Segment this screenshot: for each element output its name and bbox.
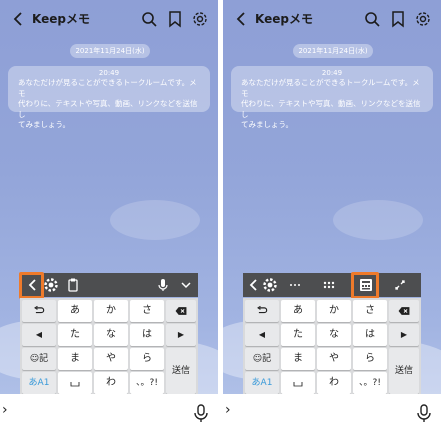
undo-key[interactable] <box>245 300 279 322</box>
flick-keyboard: あ か さ ◀ た な は ▶ ☺記 ま や ら 送信 あA1 わ 、。?! <box>20 298 198 394</box>
settings-gear-icon[interactable] <box>414 10 432 28</box>
key-ya[interactable]: や <box>317 348 351 370</box>
system-message: 20:49 あなただけが見ることができるトークルームです。メモ 代わりに、テキス… <box>231 66 433 129</box>
bookmark-icon[interactable] <box>166 10 184 28</box>
key-a[interactable]: あ <box>281 300 315 322</box>
cursor-right-key[interactable]: ▶ <box>389 324 419 346</box>
send-key[interactable]: 送信 <box>389 348 419 394</box>
space-icon <box>70 382 80 387</box>
message-line: てみましょう。 <box>241 120 294 129</box>
back-arrow-icon[interactable] <box>233 10 251 28</box>
background-cloud <box>110 200 200 240</box>
key-punctuation[interactable]: 、。?! <box>353 372 387 394</box>
key-wa[interactable]: わ <box>94 372 128 394</box>
bookmark-icon[interactable] <box>389 10 407 28</box>
key-ka[interactable]: か <box>94 300 128 322</box>
key-na[interactable]: な <box>317 324 351 346</box>
message-line: あなただけが見ることができるトークルームです。メモ <box>241 78 420 98</box>
resize-keyboard-icon[interactable] <box>391 276 409 294</box>
key-ha[interactable]: は <box>130 324 164 346</box>
message-input-bar: › <box>223 394 441 432</box>
emoji-symbol-key[interactable]: ☺記 <box>245 348 279 370</box>
key-ha[interactable]: は <box>353 324 387 346</box>
voice-input-mic-icon[interactable] <box>154 276 172 294</box>
cursor-left-key[interactable]: ◀ <box>245 324 279 346</box>
undo-key[interactable] <box>22 300 56 322</box>
background-cloud <box>333 200 423 240</box>
search-icon[interactable] <box>363 10 381 28</box>
microphone-icon[interactable] <box>415 403 433 423</box>
flick-keyboard: あ か さ ◀ た な は ▶ ☺記 ま や ら 送信 あA1 わ 、。?! <box>243 298 421 394</box>
key-ta[interactable]: た <box>58 324 92 346</box>
key-sa[interactable]: さ <box>353 300 387 322</box>
keyboard-toolbar <box>20 273 198 297</box>
backspace-key[interactable] <box>166 300 196 322</box>
input-mode-key[interactable]: あA1 <box>22 372 56 394</box>
send-key[interactable]: 送信 <box>166 348 196 394</box>
input-mode-key[interactable]: あA1 <box>245 372 279 394</box>
key-ma[interactable]: ま <box>281 348 315 370</box>
space-key[interactable] <box>58 372 92 394</box>
emoji-symbol-key[interactable]: ☺記 <box>22 348 56 370</box>
key-na[interactable]: な <box>94 324 128 346</box>
message-line: 代わりに、テキストや写真、動画、リンクなどを送信し <box>241 99 421 119</box>
date-separator: 2021年11月24日(水) <box>70 44 150 58</box>
chat-title: Keepメモ <box>255 12 313 26</box>
hide-keyboard-chevron-icon[interactable] <box>177 276 195 294</box>
chat-title: Keepメモ <box>32 12 90 26</box>
key-sa[interactable]: さ <box>130 300 164 322</box>
expand-menu-button[interactable]: › <box>225 402 231 418</box>
message-line: 代わりに、テキストや写真、動画、リンクなどを送信し <box>18 99 198 119</box>
key-ya[interactable]: や <box>94 348 128 370</box>
key-ta[interactable]: た <box>281 324 315 346</box>
microphone-icon[interactable] <box>192 403 210 423</box>
cursor-right-key[interactable]: ▶ <box>166 324 196 346</box>
key-ma[interactable]: ま <box>58 348 92 370</box>
message-input-bar: › <box>0 394 218 432</box>
key-a[interactable]: あ <box>58 300 92 322</box>
keypad-grid-icon[interactable] <box>320 276 338 294</box>
chat-header: Keepメモ <box>0 0 218 38</box>
system-message: 20:49 あなただけが見ることができるトークルームです。メモ 代わりに、テキス… <box>8 66 210 129</box>
search-icon[interactable] <box>140 10 158 28</box>
backspace-icon <box>398 307 410 315</box>
space-key[interactable] <box>281 372 315 394</box>
message-text: あなただけが見ることができるトークルームです。メモ 代わりに、テキストや写真、動… <box>241 78 425 131</box>
back-arrow-icon[interactable] <box>10 10 28 28</box>
keyboard-toolbar <box>243 273 421 297</box>
undo-icon <box>34 305 45 314</box>
left-screen: Keepメモ 2021年11月24日(水) 20:49 あなただけが見ることがで… <box>0 0 218 432</box>
key-ka[interactable]: か <box>317 300 351 322</box>
space-icon <box>293 382 303 387</box>
message-time: 20:49 <box>98 69 120 77</box>
expand-menu-button[interactable]: › <box>2 402 8 418</box>
keyboard-settings-icon[interactable] <box>42 276 60 294</box>
backspace-icon <box>175 307 187 315</box>
date-separator: 2021年11月24日(水) <box>293 44 373 58</box>
keyboard-settings-icon[interactable] <box>261 276 279 294</box>
key-ra[interactable]: ら <box>353 348 387 370</box>
message-line: あなただけが見ることができるトークルームです。メモ <box>18 78 197 98</box>
cursor-move-icon[interactable] <box>286 276 304 294</box>
backspace-key[interactable] <box>389 300 419 322</box>
right-screen: Keepメモ 2021年11月24日(水) 20:49 あなただけが見ることがで… <box>223 0 441 432</box>
message-line: てみましょう。 <box>18 120 71 129</box>
clipboard-icon[interactable] <box>64 276 82 294</box>
cursor-left-key[interactable]: ◀ <box>22 324 56 346</box>
settings-gear-icon[interactable] <box>191 10 209 28</box>
key-ra[interactable]: ら <box>130 348 164 370</box>
highlight-box <box>19 272 44 299</box>
key-wa[interactable]: わ <box>317 372 351 394</box>
key-punctuation[interactable]: 、。?! <box>130 372 164 394</box>
panel-divider <box>219 0 222 432</box>
undo-icon <box>257 305 268 314</box>
message-time: 20:49 <box>321 69 343 77</box>
message-text: あなただけが見ることができるトークルームです。メモ 代わりに、テキストや写真、動… <box>18 78 202 131</box>
highlight-box <box>351 272 379 299</box>
chat-header: Keepメモ <box>223 0 441 38</box>
